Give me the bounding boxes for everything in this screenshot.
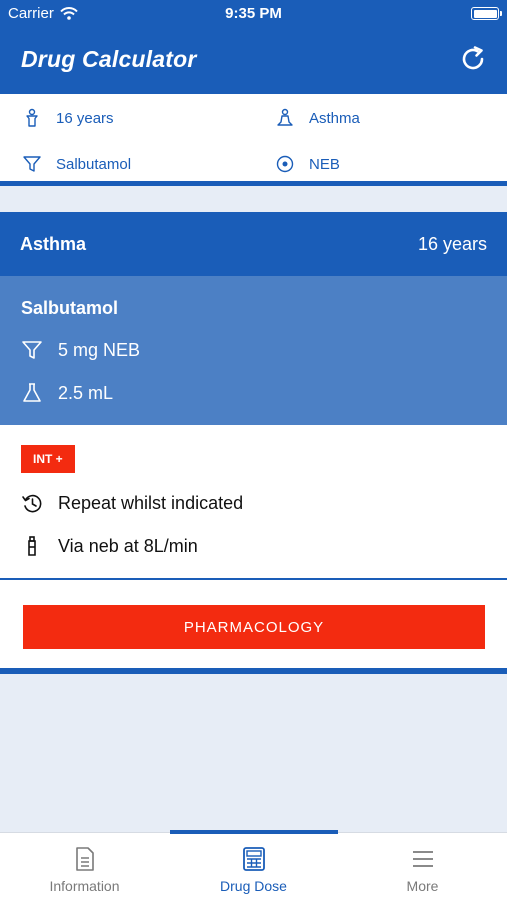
status-time: 9:35 PM	[225, 5, 282, 22]
action-area: PHARMACOLOGY	[0, 580, 507, 674]
summary-route-label: NEB	[309, 155, 340, 173]
summary-age-label: 16 years	[56, 109, 114, 127]
tab-more[interactable]: More	[338, 833, 507, 900]
tab-bar: Information Drug Dose More	[0, 830, 507, 900]
target-icon	[276, 155, 294, 173]
repeat-text: Repeat whilst indicated	[58, 492, 244, 513]
nebulizer-icon	[28, 536, 36, 556]
drug-name: Salbutamol	[21, 298, 119, 318]
document-icon	[75, 847, 94, 871]
tab-information-label: Information	[49, 878, 120, 894]
card-condition: Asthma	[20, 233, 87, 254]
notes-block: INT + Repeat whilst indicated Via neb at…	[0, 425, 507, 580]
tab-drug-dose[interactable]: Drug Dose	[169, 833, 338, 900]
summary-route[interactable]: NEB	[275, 154, 340, 174]
card-header: Asthma 16 years	[0, 212, 507, 276]
delivery-row: Via neb at 8L/min	[21, 535, 198, 557]
drug-block: Salbutamol 5 mg NEB 2.5 mL	[0, 276, 507, 425]
dose-row: 5 mg NEB	[21, 339, 140, 361]
flask-icon	[23, 383, 41, 402]
refresh-icon[interactable]	[459, 45, 487, 73]
dose-value: 5 mg NEB	[58, 339, 141, 360]
filter-icon	[22, 341, 42, 359]
summary-age[interactable]: 16 years	[22, 108, 114, 128]
card-age: 16 years	[417, 233, 487, 254]
tab-drug-dose-label: Drug Dose	[220, 878, 287, 894]
int-plus-badge: INT +	[21, 445, 75, 473]
summary-drug-label: Salbutamol	[56, 155, 132, 173]
tab-more-label: More	[406, 878, 439, 894]
filter-icon	[23, 156, 41, 172]
body-icon	[277, 108, 293, 126]
delivery-text: Via neb at 8L/min	[58, 535, 198, 556]
drug-dose-card: Asthma 16 years Salbutamol 5 mg NEB 2.5 …	[0, 212, 507, 674]
person-icon	[26, 108, 38, 127]
battery-icon	[471, 7, 502, 20]
pharmacology-button[interactable]: PHARMACOLOGY	[23, 605, 485, 649]
tab-information[interactable]: Information	[0, 833, 169, 900]
status-bar: Carrier 9:35 PM	[0, 0, 507, 28]
history-icon	[22, 494, 42, 513]
summary-condition[interactable]: Asthma	[275, 108, 360, 128]
repeat-row: Repeat whilst indicated	[21, 492, 243, 514]
volume-row: 2.5 mL	[21, 382, 113, 404]
summary-drug[interactable]: Salbutamol	[22, 154, 131, 174]
selection-summary: 16 years Asthma Salbutamol NEB	[0, 94, 507, 186]
nav-bar: Drug Calculator	[0, 28, 507, 94]
summary-condition-label: Asthma	[309, 109, 360, 127]
menu-icon	[412, 851, 433, 867]
calculator-icon	[242, 847, 265, 871]
page-title: Drug Calculator	[21, 46, 197, 72]
volume-value: 2.5 mL	[58, 382, 114, 403]
